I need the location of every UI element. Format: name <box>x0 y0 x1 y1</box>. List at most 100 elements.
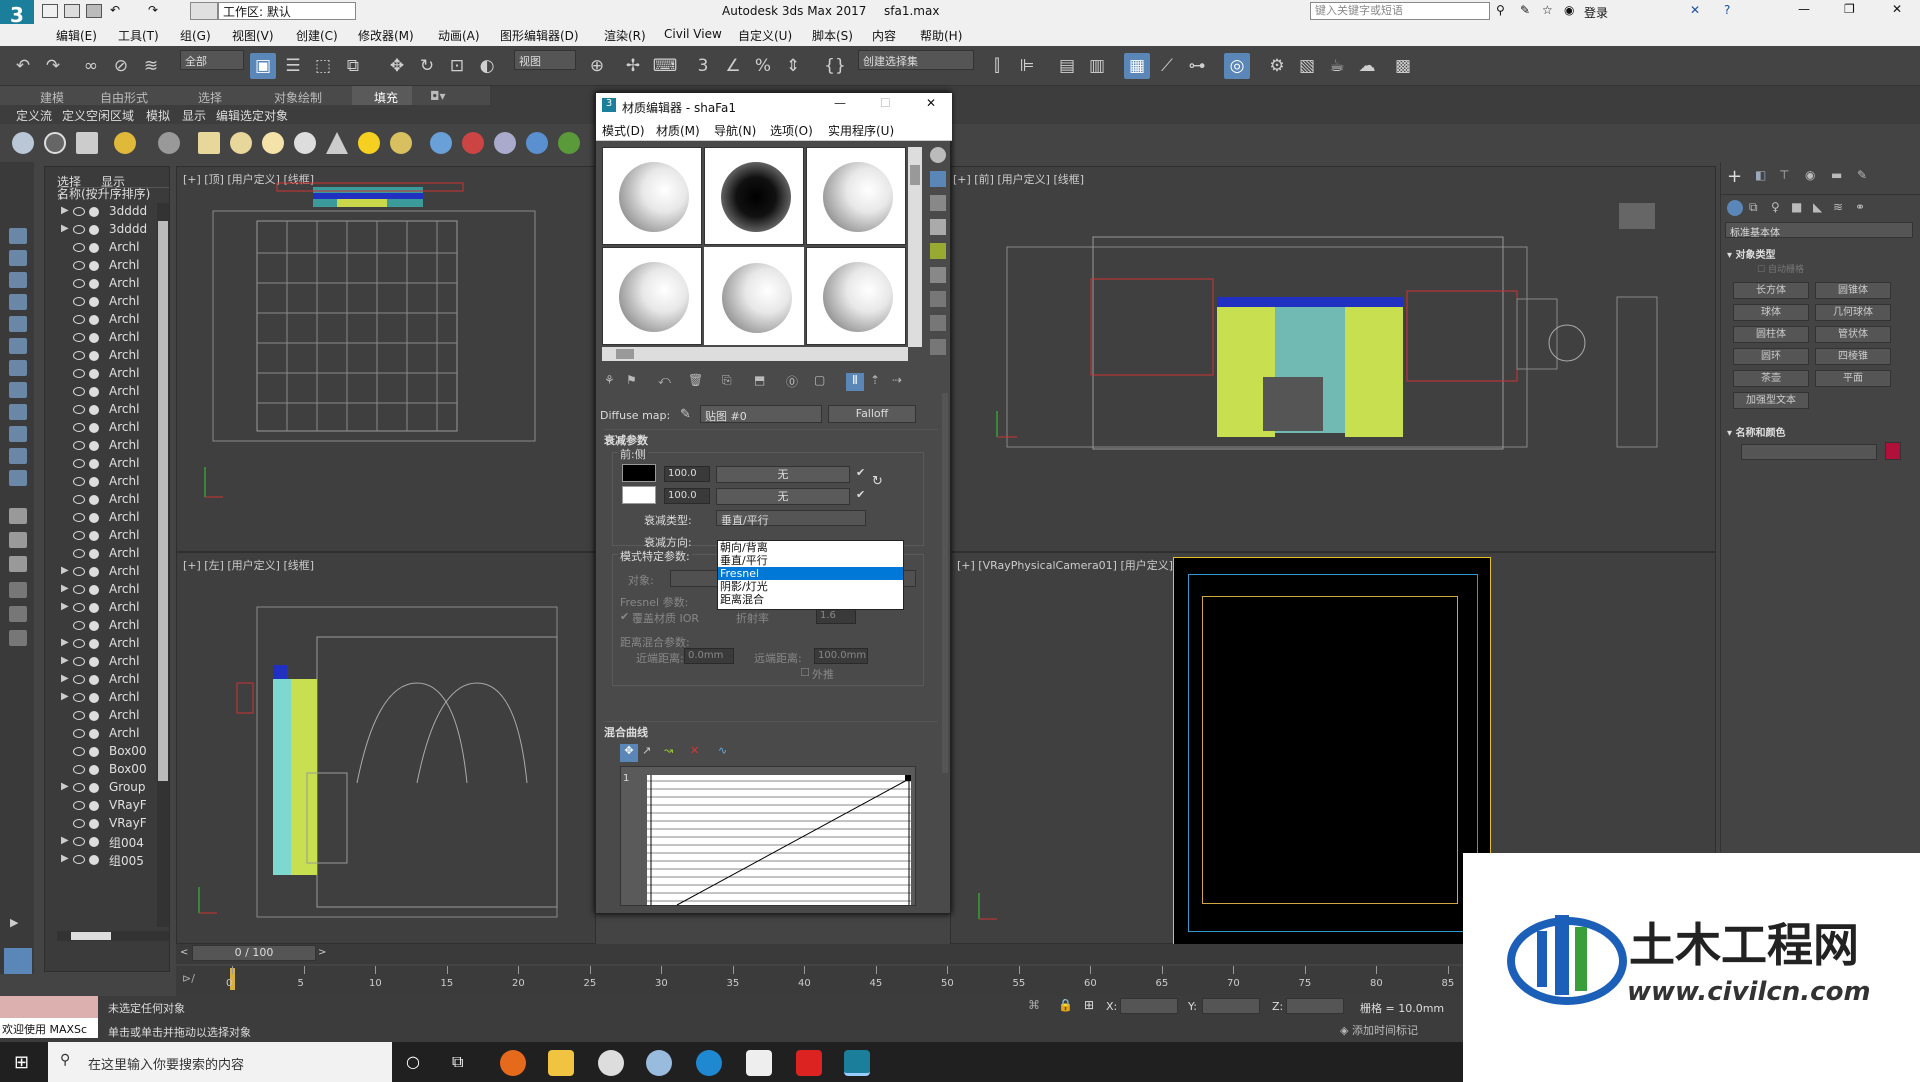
binoculars-icon[interactable]: ⚲ <box>1496 3 1505 17</box>
systems-icon[interactable]: ⚭ <box>1855 200 1865 214</box>
reset-map-icon[interactable]: ⤺ <box>658 373 671 388</box>
add-point-icon[interactable]: ↝ <box>664 744 673 757</box>
expand-arrow-icon[interactable]: ▶ <box>61 655 69 666</box>
freeze-dot-icon[interactable] <box>89 603 99 613</box>
ribbon-tab-object-paint[interactable]: 对象绘制 <box>274 89 322 106</box>
front-map-checkbox[interactable]: ✔ <box>856 466 865 479</box>
side-map-checkbox[interactable]: ✔ <box>856 488 865 501</box>
task-view-icon[interactable]: ⧉ <box>452 1052 463 1072</box>
visibility-eye-icon[interactable] <box>73 783 85 792</box>
visibility-eye-icon[interactable] <box>73 747 85 756</box>
explorer-row[interactable]: Archl <box>33 239 157 257</box>
explorer-row[interactable]: Archl <box>33 383 157 401</box>
menu-item-4[interactable]: 创建(C) <box>296 27 338 44</box>
explorer-row[interactable]: ▶ Archl <box>33 563 157 581</box>
scale-icon[interactable]: ⊡ <box>444 53 470 79</box>
manipulate-icon[interactable]: ✢ <box>620 53 646 79</box>
login-link[interactable]: 登录 <box>1584 4 1608 21</box>
dock-lock-icon[interactable] <box>9 582 27 598</box>
map-type-button[interactable]: Falloff <box>828 405 916 423</box>
search-input[interactable]: 键入关键字或短语 <box>1310 2 1490 20</box>
hierarchy-tab-icon[interactable]: ⊤ <box>1779 168 1789 182</box>
ribbon-subtab-flows[interactable]: 定义流 <box>16 107 52 124</box>
explorer-column-header[interactable]: 名称(按升序排序) <box>57 185 150 202</box>
layer-manager-icon[interactable]: ▤ <box>1054 53 1080 79</box>
falloff-type-option[interactable]: 阴影/灯光 <box>718 580 903 593</box>
selection-filter-dropdown[interactable]: 全部 <box>180 50 244 70</box>
edge-icon[interactable] <box>696 1050 722 1076</box>
slots-hscrollbar[interactable] <box>602 347 908 361</box>
prev-frame-button[interactable]: < <box>180 947 188 958</box>
rotate-icon[interactable]: ↻ <box>414 53 440 79</box>
object-type-button[interactable]: 球体 <box>1733 304 1809 321</box>
freeze-dot-icon[interactable] <box>89 783 99 793</box>
cloth-icon[interactable] <box>494 132 516 154</box>
visibility-eye-icon[interactable] <box>73 711 85 720</box>
visibility-eye-icon[interactable] <box>73 837 85 846</box>
menu-item-9[interactable]: Civil View <box>664 27 722 41</box>
freeze-dot-icon[interactable] <box>89 819 99 829</box>
freeze-dot-icon[interactable] <box>89 567 99 577</box>
select-by-name-icon[interactable]: ☰ <box>280 53 306 79</box>
ribbon-subtab-display[interactable]: 显示 <box>182 107 206 124</box>
sun-icon[interactable] <box>358 132 380 154</box>
viewport-left[interactable]: [+] [左] [用户定义] [线框] <box>176 552 596 944</box>
falloff-type-option[interactable]: Fresnel <box>718 567 903 580</box>
rendered-frame-icon[interactable]: ▧ <box>1294 53 1320 79</box>
project-icon[interactable] <box>190 2 218 20</box>
angle-snap-icon[interactable]: ∠ <box>720 53 746 79</box>
expand-arrow-icon[interactable]: ▶ <box>61 601 69 612</box>
plant-icon[interactable] <box>558 132 580 154</box>
expand-arrow-icon[interactable]: ▶ <box>61 583 69 594</box>
ball-icon[interactable] <box>390 132 412 154</box>
menu-item-6[interactable]: 动画(A) <box>438 27 480 44</box>
freeze-dot-icon[interactable] <box>89 315 99 325</box>
close-button[interactable]: ✕ <box>1892 2 1902 16</box>
save-file-icon[interactable] <box>86 4 102 18</box>
z-coord-field[interactable] <box>1286 998 1344 1014</box>
medit-menu-modes[interactable]: 模式(D) <box>602 122 645 139</box>
select-object-icon[interactable]: ▣ <box>250 53 276 79</box>
window-crossing-icon[interactable]: ⧉ <box>340 53 366 79</box>
extrapolate-checkbox[interactable]: ☐ <box>800 666 810 679</box>
side-amount-spinner[interactable]: 100.0 <box>664 488 710 504</box>
backlight-icon[interactable] <box>930 171 946 187</box>
freeze-dot-icon[interactable] <box>89 477 99 487</box>
maxscript-mini-listener[interactable]: 欢迎使用 MAXSc <box>0 1018 98 1038</box>
visibility-eye-icon[interactable] <box>73 315 85 324</box>
object-type-button[interactable]: 管状体 <box>1815 326 1891 343</box>
expand-arrow-icon[interactable]: ▶ <box>61 853 69 864</box>
explorer-row[interactable]: ▶ 组005 <box>33 851 157 869</box>
expand-arrow-icon[interactable]: ▶ <box>61 637 69 648</box>
redo-icon[interactable]: ↷ <box>148 3 158 17</box>
front-amount-spinner[interactable]: 100.0 <box>664 466 710 482</box>
redo-icon[interactable]: ↷ <box>40 53 66 79</box>
explorer-row[interactable]: ▶ Group <box>33 779 157 797</box>
visibility-eye-icon[interactable] <box>73 675 85 684</box>
visibility-eye-icon[interactable] <box>73 819 85 828</box>
video-color-icon[interactable] <box>930 243 946 259</box>
explorer-row[interactable]: ▶ 3dddd <box>33 221 157 239</box>
side-color-swatch[interactable] <box>622 486 656 504</box>
visibility-eye-icon[interactable] <box>73 585 85 594</box>
explorer-row[interactable]: Archl <box>33 491 157 509</box>
freeze-dot-icon[interactable] <box>89 495 99 505</box>
near-distance-spinner[interactable]: 0.0mm <box>684 648 734 664</box>
explorer-row[interactable]: Archl <box>33 401 157 419</box>
explorer-row[interactable]: ▶ 3dddd <box>33 203 157 221</box>
cameras-icon[interactable]: ■ <box>1791 200 1802 214</box>
explorer-row[interactable]: Archl <box>33 437 157 455</box>
viewport-top[interactable]: [+] [顶] [用户定义] [线框] <box>176 166 596 552</box>
medit-menu-material[interactable]: 材质(M) <box>656 122 700 139</box>
menu-item-13[interactable]: 帮助(H) <box>920 27 962 44</box>
explorer-row[interactable]: Archl <box>33 329 157 347</box>
freeze-dot-icon[interactable] <box>89 585 99 595</box>
app-icon-2[interactable] <box>646 1050 672 1076</box>
app-icon-1[interactable] <box>598 1050 624 1076</box>
motion-tab-icon[interactable]: ◉ <box>1805 168 1815 182</box>
ribbon-subtab-idle-areas[interactable]: 定义空闲区域 <box>62 107 134 124</box>
material-id-icon[interactable]: ⓪ <box>786 373 798 390</box>
explorer-hscrollbar[interactable] <box>57 931 169 941</box>
menu-item-8[interactable]: 渲染(R) <box>604 27 646 44</box>
dock-hidden-icon[interactable] <box>9 470 27 486</box>
